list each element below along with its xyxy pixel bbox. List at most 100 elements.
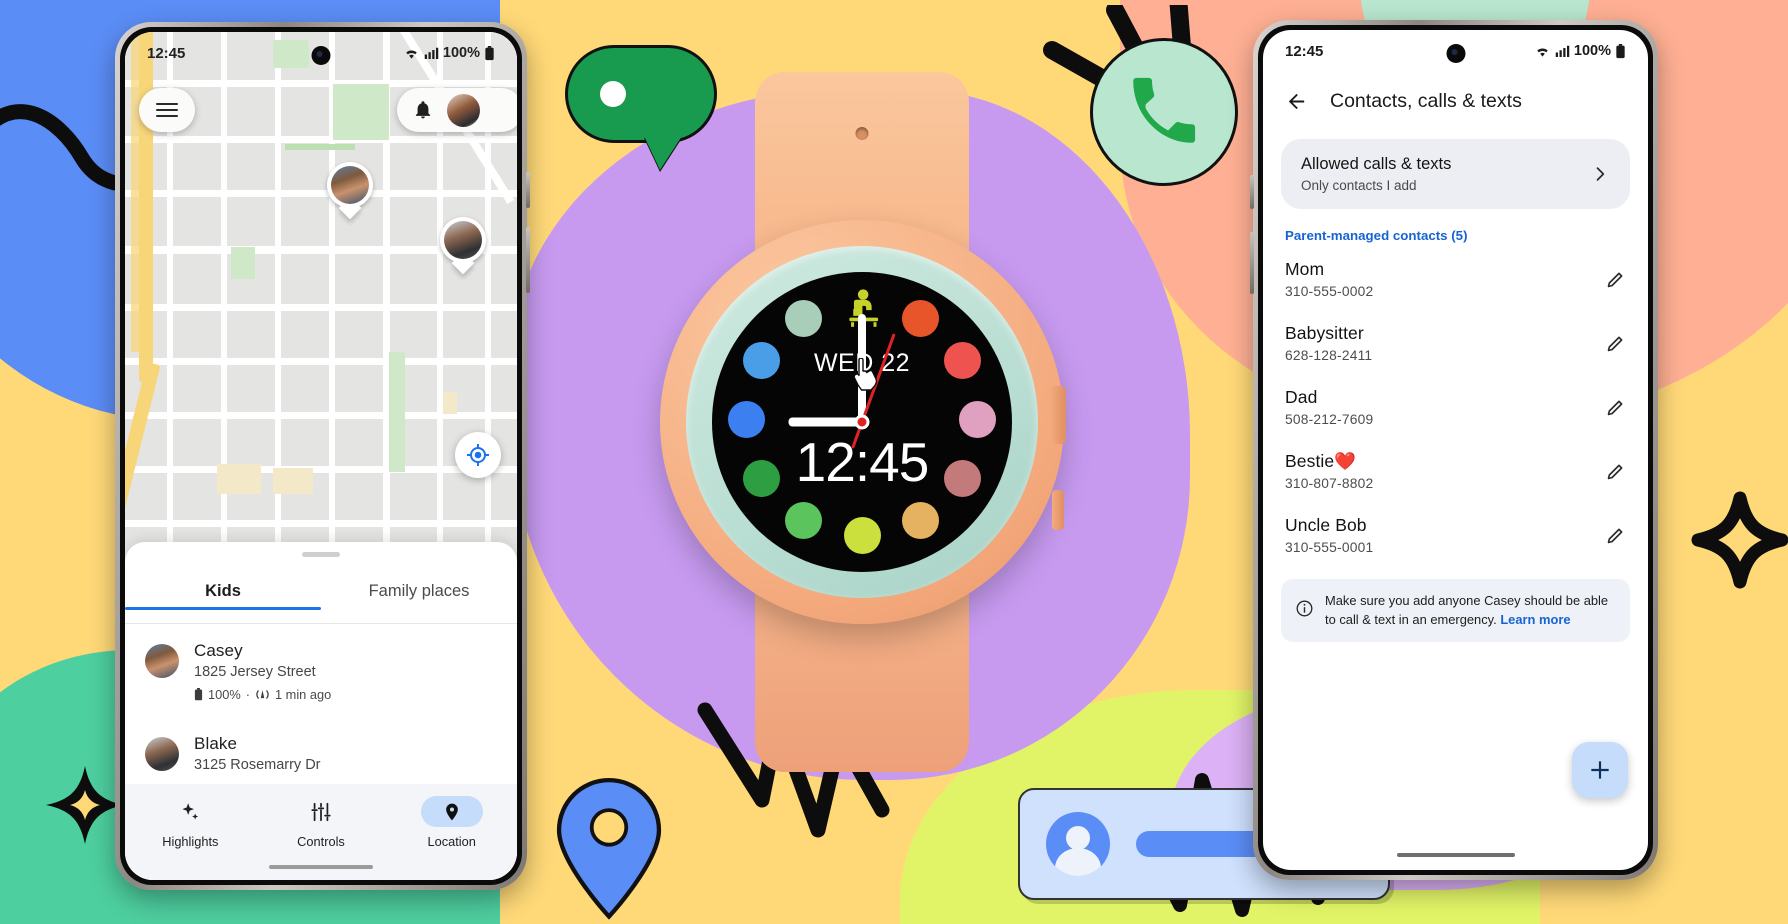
list-item-casey[interactable]: Casey 1825 Jersey Street 100% · 1 min ag… (125, 624, 517, 710)
battery-percent: 100% (442, 45, 480, 61)
nav-item-controls[interactable]: Controls (256, 796, 387, 849)
left-status-bar: 12:45 100% (125, 32, 517, 74)
watch-case: WED 22 12:45 (660, 220, 1066, 624)
pencil-edit-icon[interactable] (1605, 269, 1626, 290)
pencil-edit-icon[interactable] (1605, 397, 1626, 418)
nav-label: Controls (297, 834, 345, 849)
kids-bottom-sheet[interactable]: Kids Family places Casey 1825 Jersey Str… (125, 542, 517, 880)
allowed-calls-texts-card[interactable]: Allowed calls & texts Only contacts I ad… (1281, 139, 1630, 209)
nav-pill-active (420, 796, 483, 827)
list-item-blake[interactable]: Blake 3125 Rosemarry Dr (125, 710, 517, 781)
tab-family-places-underline (321, 607, 517, 610)
notification-bell-icon[interactable] (413, 100, 433, 120)
map-top-right-controls[interactable] (397, 88, 517, 132)
phone-handset-icon (1133, 77, 1196, 143)
avatar (145, 643, 179, 678)
my-location-icon (467, 444, 489, 466)
watch-time: 12:45 (795, 431, 930, 493)
home-indicator[interactable] (1396, 853, 1515, 857)
poster-canvas: 12:45 100% Kids Family places Casey 1825… (0, 0, 1788, 924)
avatar-blake (444, 221, 482, 259)
pencil-edit-icon[interactable] (1605, 525, 1626, 546)
battery-percent: 100% (1573, 43, 1611, 59)
home-indicator[interactable] (269, 865, 373, 869)
hour-hand (788, 417, 862, 427)
watch-face[interactable]: WED 22 12:45 (712, 272, 1012, 572)
person-avatar-icon (1046, 812, 1110, 876)
blue-map-pin-doodle (556, 777, 662, 920)
table-row[interactable]: Dad 508-212-7609 (1263, 375, 1648, 439)
contact-name: Bestie❤️ (1285, 451, 1357, 471)
account-avatar-icon[interactable] (447, 93, 480, 127)
hour-dot-7 (785, 502, 822, 539)
hour-dot-5 (902, 502, 939, 539)
app-bar: Contacts, calls & texts (1263, 72, 1648, 123)
info-text-wrapper: Make sure you add anyone Casey should be… (1325, 592, 1616, 629)
info-circle-icon (1296, 600, 1313, 617)
left-phone-screen: 12:45 100% Kids Family places Casey 1825… (125, 32, 517, 880)
tab-family-places[interactable]: Family places (321, 571, 517, 623)
tab-kids-underline (125, 606, 321, 610)
table-row[interactable]: Babysitter 628-128-2411 (1263, 311, 1648, 375)
watch-crown-button[interactable] (1050, 386, 1066, 444)
back-arrow-icon[interactable] (1285, 90, 1308, 113)
hand-pointer-cursor (853, 358, 878, 391)
table-row[interactable]: Mom 310-555-0002 (1263, 247, 1648, 311)
sheet-drag-handle[interactable] (302, 552, 340, 557)
battery-icon (194, 687, 203, 700)
hour-dot-6 (843, 517, 881, 554)
right-phone-device: 12:45 100% Contacts, calls & texts Allow… (1250, 20, 1658, 880)
table-row[interactable]: Bestie❤️ 310-807-8802 (1263, 439, 1648, 503)
hour-dot-4 (944, 460, 981, 497)
map-pin-blake[interactable] (440, 217, 486, 275)
contact-name: Dad (1285, 387, 1318, 407)
pencil-edit-icon[interactable] (1605, 333, 1626, 354)
meta-separator: · (245, 686, 250, 702)
cellular-signal-icon (424, 47, 439, 59)
watch-microphone (855, 127, 869, 140)
chevron-right-icon (1596, 167, 1605, 181)
hamburger-menu-button[interactable] (139, 88, 195, 132)
contact-phone: 310-555-0002 (1285, 284, 1374, 299)
map-pin-casey[interactable] (327, 162, 373, 220)
hour-dot-10 (743, 342, 780, 379)
nav-label: Location (427, 834, 476, 849)
sheet-tabs: Kids Family places (125, 571, 517, 623)
kid-battery: 100% (208, 686, 241, 702)
kid-name: Blake (194, 733, 238, 753)
hamburger-menu-icon (156, 99, 178, 121)
sparkle-icon (182, 802, 199, 820)
table-row[interactable]: Uncle Bob 310-555-0001 (1263, 503, 1648, 567)
pencil-edit-icon[interactable] (1605, 461, 1626, 482)
page-title: Contacts, calls & texts (1330, 90, 1522, 112)
location-pin-icon (445, 803, 458, 820)
hour-dot-11 (785, 300, 822, 337)
watch-side-button[interactable] (1052, 490, 1064, 530)
contact-name: Mom (1285, 259, 1325, 279)
camera-punch-hole (311, 46, 331, 65)
status-indicators: 100% (1534, 43, 1626, 59)
black-four-point-star-outline-doodle (1691, 491, 1788, 589)
learn-more-link[interactable]: Learn more (1500, 612, 1570, 627)
card-title: Allowed calls & texts (1301, 155, 1452, 173)
wifi-icon (1537, 48, 1548, 57)
camera-punch-hole (1446, 44, 1465, 63)
kid-address: 1825 Jersey Street (194, 663, 316, 680)
bottom-navigation: Highlights Controls Location (125, 784, 517, 880)
my-location-button[interactable] (455, 432, 501, 478)
nav-pill (159, 796, 221, 827)
nav-item-highlights[interactable]: Highlights (125, 796, 256, 849)
contact-phone: 508-212-7609 (1285, 412, 1374, 427)
plus-icon (1591, 761, 1609, 779)
cellular-signal-icon (1555, 45, 1570, 57)
add-contact-button[interactable] (1572, 742, 1628, 798)
battery-icon (485, 45, 494, 60)
hour-dot-1 (902, 300, 939, 337)
tab-kids[interactable]: Kids (125, 571, 321, 623)
kid-updated: 1 min ago (275, 686, 332, 702)
kid-name: Casey (194, 640, 243, 660)
watch-bezel: WED 22 12:45 (686, 246, 1038, 598)
status-indicators: 100% (403, 45, 495, 61)
family-map[interactable] (125, 32, 517, 577)
nav-item-location[interactable]: Location (386, 796, 517, 849)
